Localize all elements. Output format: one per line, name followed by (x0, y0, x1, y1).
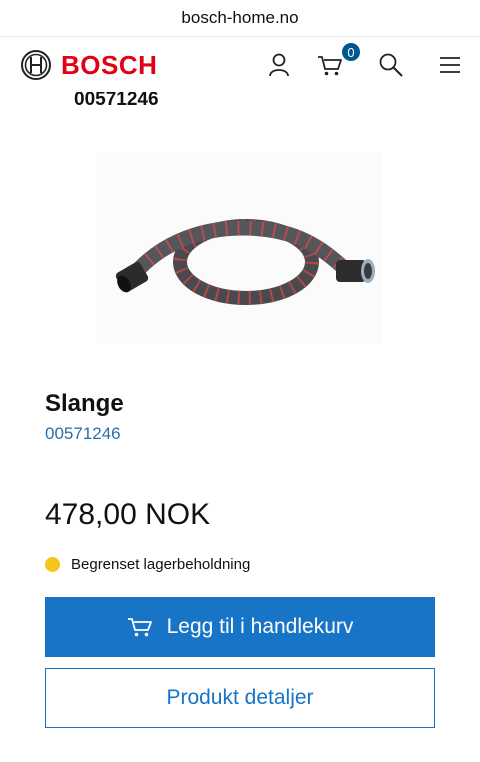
brand-name: BOSCH (61, 49, 158, 80)
bosch-logo-icon (21, 50, 51, 80)
account-button[interactable] (265, 51, 293, 79)
browser-url-bar[interactable]: bosch-home.no (0, 0, 480, 37)
product-price: 478,00 NOK (45, 498, 211, 531)
cart-button[interactable] (316, 51, 344, 79)
menu-icon (440, 57, 460, 73)
product-details-label: Produkt detaljer (166, 686, 314, 709)
hose-image-icon (115, 219, 375, 305)
site-header: BOSCH 0 (0, 37, 480, 93)
add-to-cart-button[interactable]: Legg til i handlekurv (45, 597, 435, 657)
stock-status: Begrenset lagerbeholdning (45, 556, 250, 573)
product-number-heading: 00571246 (74, 89, 159, 110)
bosch-logo[interactable]: BOSCH (20, 49, 157, 81)
cart-icon (318, 56, 342, 76)
user-icon (269, 53, 289, 77)
stock-status-dot-icon (45, 557, 60, 572)
product-sku-link[interactable]: 00571246 (45, 424, 121, 444)
product-title: Slange (45, 390, 124, 417)
url-text: bosch-home.no (181, 8, 299, 27)
search-icon (379, 53, 403, 77)
cart-icon (127, 616, 153, 638)
product-image[interactable] (96, 152, 382, 344)
stock-status-label: Begrenset lagerbeholdning (71, 556, 251, 573)
menu-button[interactable] (436, 51, 464, 79)
cart-count-badge: 0 (342, 43, 360, 61)
product-details-button[interactable]: Produkt detaljer (45, 668, 435, 728)
search-button[interactable] (377, 51, 405, 79)
add-to-cart-label: Legg til i handlekurv (166, 615, 354, 638)
